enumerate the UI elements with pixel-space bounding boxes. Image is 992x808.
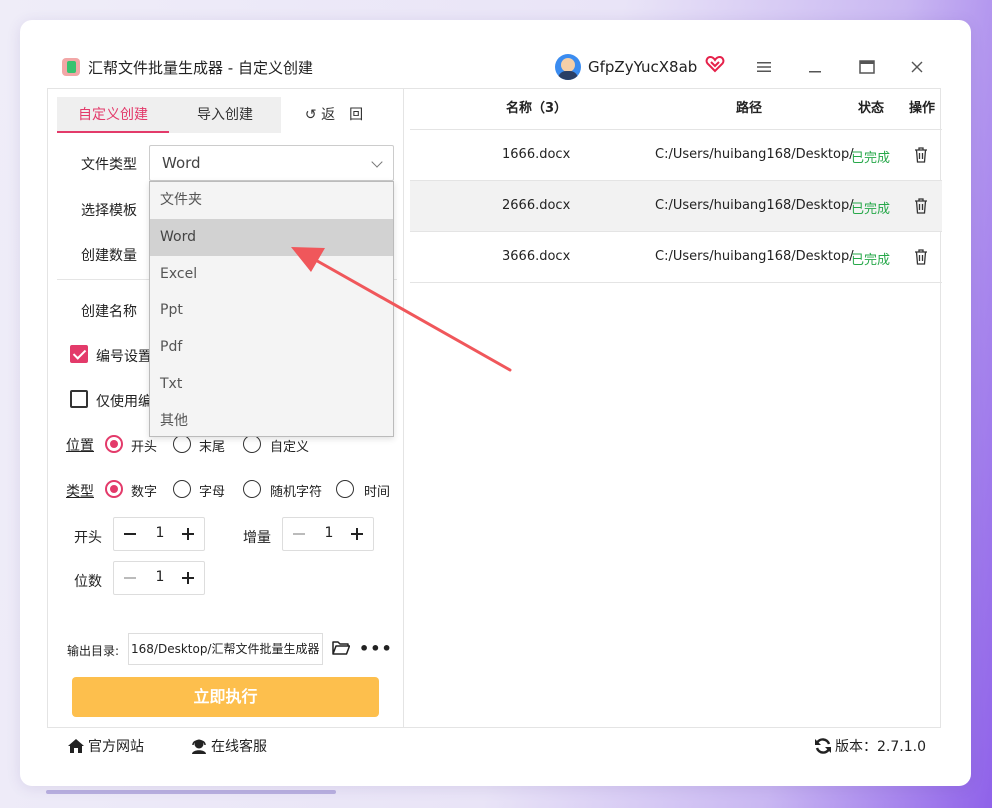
output-dir-input[interactable]: 168/Desktop/汇帮文件批量生成器 — [128, 633, 323, 665]
chevron-down-icon — [371, 156, 383, 168]
column-header-path: 路径 — [736, 101, 763, 116]
trash-icon[interactable] — [914, 147, 928, 163]
avatar[interactable] — [555, 54, 581, 80]
type-radio-time[interactable] — [336, 480, 354, 498]
trash-icon[interactable] — [914, 198, 928, 214]
footer: 官方网站 在线客服 版本：2.7.1.0 — [47, 728, 941, 764]
type-option-time: 时间 — [364, 485, 391, 500]
refresh-icon — [815, 738, 831, 754]
dropdown-option-ppt[interactable]: Ppt — [150, 292, 393, 329]
only-number-label: 仅使用编 — [96, 394, 149, 410]
position-radio-start[interactable] — [105, 435, 123, 453]
column-header-name: 名称（3） — [506, 101, 568, 116]
file-type-value: Word — [162, 154, 201, 172]
file-name: 2666.docx — [502, 198, 571, 213]
minimize-icon[interactable] — [803, 56, 827, 78]
numbering-label: 编号设置 — [96, 349, 152, 365]
table-row[interactable]: 3666.docx C:/Users/huibang168/Desktop/ 已… — [410, 232, 942, 283]
headset-icon — [192, 739, 206, 754]
digits-label: 位数 — [74, 574, 102, 590]
column-header-status: 状态 — [858, 101, 885, 116]
digits-stepper[interactable]: 1 — [113, 561, 205, 595]
start-label: 开头 — [74, 530, 102, 546]
type-radio-number[interactable] — [105, 480, 123, 498]
menu-icon[interactable] — [752, 56, 776, 78]
version-label: 版本：2.7.1.0 — [835, 739, 926, 755]
dropdown-option-excel[interactable]: Excel — [150, 256, 393, 293]
type-radio-letter[interactable] — [173, 480, 191, 498]
file-name: 3666.docx — [502, 249, 571, 264]
username[interactable]: GfpZyYucX8ab — [588, 57, 697, 77]
table-row[interactable]: 1666.docx C:/Users/huibang168/Desktop/ 已… — [410, 130, 942, 181]
type-label: 类型 — [66, 484, 94, 500]
type-option-letter: 字母 — [199, 485, 226, 500]
status-badge: 已完成 — [851, 253, 891, 268]
tab-import-create[interactable]: 导入创建 — [169, 97, 281, 133]
title-bar: 汇帮文件批量生成器 - 自定义创建 GfpZyYucX8ab — [20, 20, 971, 88]
support-label: 在线客服 — [211, 739, 267, 755]
output-dir-label: 输出目录: — [67, 644, 120, 658]
file-type-label: 文件类型 — [81, 157, 137, 173]
version-info: 版本：2.7.1.0 — [814, 736, 926, 756]
vip-heart-icon[interactable] — [705, 54, 725, 74]
template-label: 选择模板 — [81, 203, 137, 219]
close-icon[interactable] — [905, 56, 929, 78]
file-path: C:/Users/huibang168/Desktop/ — [655, 147, 854, 162]
status-badge: 已完成 — [851, 151, 891, 166]
increment-label: 增量 — [243, 530, 271, 546]
numbering-checkbox[interactable] — [70, 345, 88, 363]
status-badge: 已完成 — [851, 202, 891, 217]
file-path: C:/Users/huibang168/Desktop/ — [655, 198, 854, 213]
execute-button[interactable]: 立即执行 — [72, 677, 379, 717]
type-radio-random[interactable] — [243, 480, 261, 498]
folder-icon[interactable] — [332, 640, 350, 656]
settings-panel: 自定义创建 导入创建 ↺ 返 回 文件类型 Word 文件夹 Word Exce… — [48, 89, 404, 727]
more-icon[interactable]: ••• — [359, 639, 393, 658]
dropdown-option-folder[interactable]: 文件夹 — [150, 182, 393, 219]
dropdown-option-pdf[interactable]: Pdf — [150, 329, 393, 366]
file-type-select[interactable]: Word — [149, 145, 394, 181]
main-frame: 自定义创建 导入创建 ↺ 返 回 文件类型 Word 文件夹 Word Exce… — [47, 88, 942, 728]
bottom-strip — [46, 790, 336, 794]
type-option-number: 数字 — [131, 485, 158, 500]
increment-stepper[interactable]: 1 — [282, 517, 374, 551]
file-path: C:/Users/huibang168/Desktop/ — [655, 249, 854, 264]
tab-custom-create[interactable]: 自定义创建 — [57, 97, 169, 133]
start-stepper[interactable]: 1 — [113, 517, 205, 551]
app-icon — [62, 58, 80, 76]
column-header-action: 操作 — [909, 101, 936, 116]
website-label: 官方网站 — [88, 739, 144, 755]
table-row[interactable]: 2666.docx C:/Users/huibang168/Desktop/ 已… — [410, 181, 942, 232]
back-button[interactable]: ↺ 返 回 — [294, 97, 374, 133]
home-icon — [68, 739, 84, 753]
trash-icon[interactable] — [914, 249, 928, 265]
dropdown-option-txt[interactable]: Txt — [150, 366, 393, 403]
maximize-icon[interactable] — [855, 56, 879, 78]
website-link[interactable]: 官方网站 — [67, 736, 144, 756]
app-title: 汇帮文件批量生成器 - 自定义创建 — [88, 59, 313, 77]
position-label: 位置 — [66, 438, 94, 454]
file-name: 1666.docx — [502, 147, 571, 162]
count-label: 创建数量 — [81, 248, 137, 264]
only-number-checkbox[interactable] — [70, 390, 88, 408]
support-link[interactable]: 在线客服 — [190, 736, 267, 756]
file-type-dropdown: 文件夹 Word Excel Ppt Pdf Txt 其他 — [149, 181, 394, 437]
dropdown-option-word[interactable]: Word — [150, 218, 393, 256]
app-window: 汇帮文件批量生成器 - 自定义创建 GfpZyYucX8ab 自定义创建 导入创… — [20, 20, 971, 786]
name-label: 创建名称 — [81, 304, 137, 320]
type-option-random: 随机字符 — [270, 485, 323, 500]
dropdown-option-other[interactable]: 其他 — [150, 403, 393, 440]
